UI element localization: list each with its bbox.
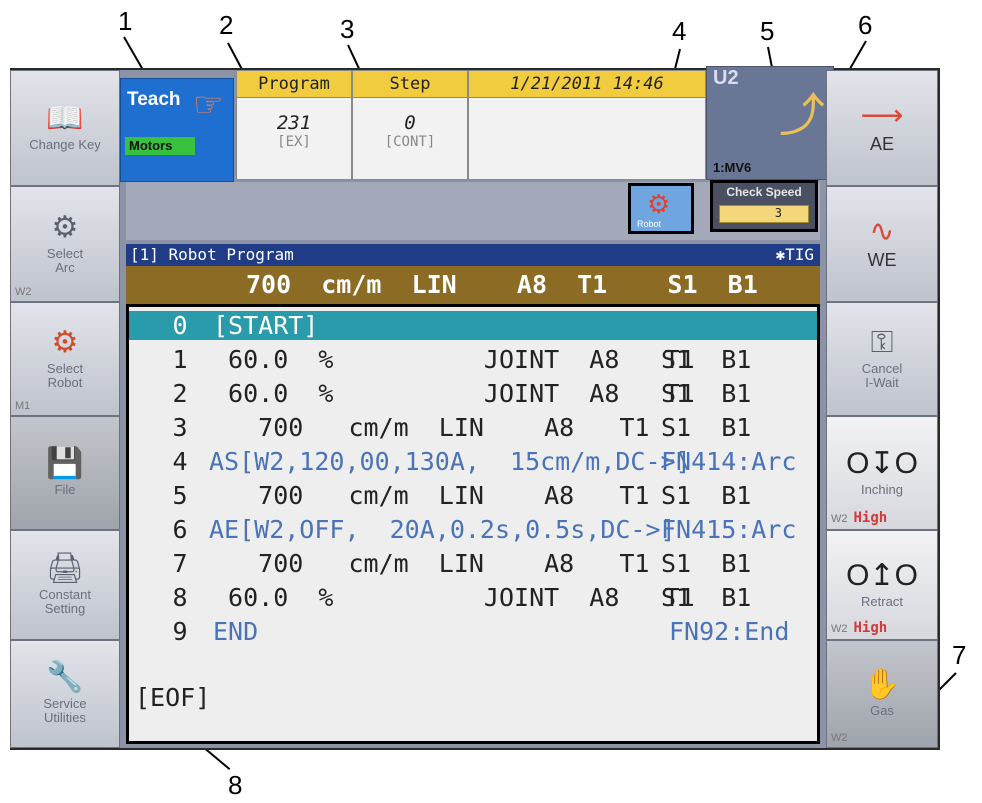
unit-label: U2 xyxy=(713,67,739,89)
retract-icon: O↥O xyxy=(846,558,918,592)
retract-wire-indicator: W2 High xyxy=(831,620,888,636)
floppy-disk-icon: 💾 xyxy=(46,446,84,480)
leader-line xyxy=(849,40,867,70)
current-command-line: 700 cm/m LIN A8 T1 S1 B1 xyxy=(126,266,820,304)
retract-label: Retract xyxy=(861,593,903,609)
program-line[interactable]: 3 700 cm/m LIN A8 T1 S1 B1 xyxy=(129,413,817,442)
settings-window-icon: 🖨 xyxy=(45,551,85,585)
robot-button-label: Robot xyxy=(637,219,662,229)
change-key-label: Change Key xyxy=(29,136,101,152)
datetime: 1/21/2011 14:46 xyxy=(469,71,705,98)
program-label: Program xyxy=(237,71,351,98)
select-arc-sub: W2 xyxy=(15,286,32,298)
step-tag: [CONT] xyxy=(384,134,436,150)
robot-status-button[interactable]: ⚙ Robot xyxy=(628,183,694,234)
check-speed-label: Check Speed xyxy=(726,185,802,199)
program-cell[interactable]: Program 231 [EX] xyxy=(236,70,352,180)
callout-4: 4 xyxy=(672,16,687,46)
inching-button[interactable]: O↧O Inching W2 High xyxy=(826,416,938,530)
program-line[interactable]: 6 AE[W2,OFF, 20A,0.2s,0.5s,DC->] FN415:Arc xyxy=(129,515,817,544)
inching-icon: O↧O xyxy=(846,446,918,480)
callout-3: 3 xyxy=(340,14,355,44)
mechanism-label: 1:MV6 xyxy=(713,160,752,175)
arc-end-icon: ⟶ xyxy=(860,99,904,133)
ae-label: AE xyxy=(869,134,894,155)
we-label: WE xyxy=(867,250,897,271)
gas-sub: W2 xyxy=(831,732,848,744)
ae-button[interactable]: ⟶ AE xyxy=(826,70,938,186)
service-utilities-button[interactable]: 🔧 Service Utilities xyxy=(10,640,120,748)
select-robot-sub: M1 xyxy=(15,400,31,412)
select-robot-label: Select Robot xyxy=(46,360,84,390)
leader-line xyxy=(347,44,360,69)
program-line[interactable]: 0 [START] xyxy=(129,311,817,340)
program-line[interactable]: 4 AS[W2,120,00,130A, 15cm/m,DC->] FN414:Ar… xyxy=(129,447,817,476)
constant-setting-button[interactable]: 🖨 Constant Setting xyxy=(10,530,120,640)
select-arc-label: Select Arc xyxy=(46,245,84,275)
check-speed-panel[interactable]: Check Speed 3 xyxy=(710,180,818,232)
robot-icon: ⚙ xyxy=(647,190,671,220)
cancel-i-wait-label: Cancel I-Wait xyxy=(861,360,903,390)
gas-icon: ✋ xyxy=(863,667,901,701)
weave-icon: ∿ xyxy=(869,215,895,249)
select-robot-button[interactable]: ⚙ Select Robot M1 xyxy=(10,302,120,416)
callout-2: 2 xyxy=(219,10,234,40)
check-speed-bar: 3 xyxy=(719,205,809,223)
hand-icon: ☞ xyxy=(193,85,224,125)
program-title: [1] Robot Program xyxy=(130,245,294,264)
program-line[interactable]: 9 END FN92:End xyxy=(129,617,817,646)
key-icon: ⚿ xyxy=(870,325,894,359)
gas-label: Gas xyxy=(870,702,894,718)
step-number: 0 xyxy=(404,112,416,134)
callout-6: 6 xyxy=(858,10,873,40)
step-label: Step xyxy=(353,71,467,98)
program-line[interactable]: 7 700 cm/m LIN A8 T1 S1 B1 xyxy=(129,549,817,578)
callout-5: 5 xyxy=(760,16,775,46)
motors-status: Motors xyxy=(125,137,195,155)
we-button[interactable]: ∿ WE xyxy=(826,186,938,302)
program-number: 231 xyxy=(276,112,312,134)
program-line[interactable]: 5 700 cm/m LIN A8 T1 S1 B1 xyxy=(129,481,817,510)
check-speed-value: 3 xyxy=(774,206,782,220)
inching-label: Inching xyxy=(861,481,903,497)
step-cell[interactable]: Step 0 [CONT] xyxy=(352,70,468,180)
torch-icon: ⚙ xyxy=(51,210,79,244)
cancel-i-wait-button[interactable]: ⚿ Cancel I-Wait xyxy=(826,302,938,416)
program-line[interactable]: 1 60.0 % JOINT A8 T1 S1 B1 xyxy=(129,345,817,374)
process-mode: ✱TIG xyxy=(775,245,814,264)
end-of-file-marker: [EOF] xyxy=(135,683,211,712)
retract-button[interactable]: O↥O Retract W2 High xyxy=(826,530,938,640)
book-icon: 📖 xyxy=(46,101,84,135)
program-line[interactable]: 8 60.0 % JOINT A8 T1 S1 B1 xyxy=(129,583,817,612)
file-label: File xyxy=(54,481,76,497)
unit-indicator[interactable]: U2 ⤴ 1:MV6 xyxy=(706,66,834,180)
program-editor[interactable]: 0 [START] 1 60.0 % JOINT A8 T1 S1 B1 2 60.… xyxy=(126,304,820,744)
leader-line xyxy=(123,36,145,73)
robot-icon: ⚙ xyxy=(51,325,79,359)
service-utilities-label: Service Utilities xyxy=(43,695,87,725)
callout-8: 8 xyxy=(228,770,243,800)
callout-1: 1 xyxy=(118,6,133,36)
program-line[interactable]: 2 60.0 % JOINT A8 T1 S1 B1 xyxy=(129,379,817,408)
datetime-cell: 1/21/2011 14:46 xyxy=(468,70,706,180)
constant-setting-label: Constant Setting xyxy=(38,586,92,616)
gas-button[interactable]: ✋ Gas W2 xyxy=(826,640,938,748)
change-key-button[interactable]: 📖 Change Key xyxy=(10,70,120,186)
teach-mode-indicator[interactable]: Teach ☞ Motors xyxy=(120,78,234,182)
callout-7: 7 xyxy=(952,640,967,670)
mode-label: Teach xyxy=(127,89,181,110)
robot-arm-icon: ⤴ xyxy=(779,88,825,142)
leader-line xyxy=(227,42,243,70)
inching-wire-indicator: W2 High xyxy=(831,510,888,526)
wrench-icon: 🔧 xyxy=(46,660,84,694)
file-button[interactable]: 💾 File xyxy=(10,416,120,530)
program-tag: [EX] xyxy=(277,134,311,150)
program-window-title: [1] Robot Program ✱TIG xyxy=(126,244,820,266)
select-arc-button[interactable]: ⚙ Select Arc W2 xyxy=(10,186,120,302)
